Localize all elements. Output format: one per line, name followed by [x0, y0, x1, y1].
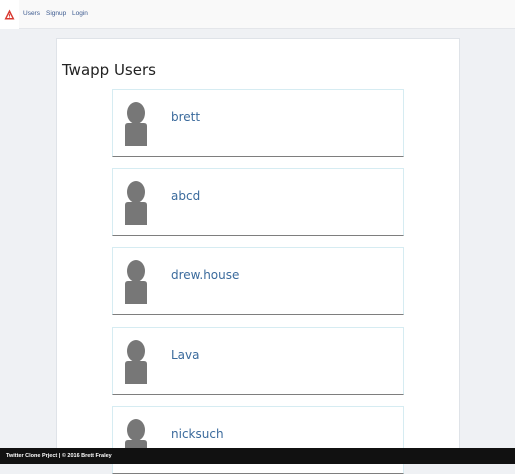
user-name-link[interactable]: nicksuch: [171, 426, 224, 442]
user-card[interactable]: drew.house: [112, 247, 404, 315]
nav-link-signup[interactable]: Signup: [46, 10, 66, 18]
user-name-link[interactable]: Lava: [171, 347, 200, 363]
page-footer: Twitter Clone Prject | © 2016 Brett Fral…: [0, 448, 515, 464]
default-user-icon: [125, 340, 147, 384]
user-name-link[interactable]: abcd: [171, 188, 200, 204]
default-user-icon: [125, 260, 147, 304]
user-name-link[interactable]: brett: [171, 109, 200, 125]
page-title: Twapp Users: [62, 61, 156, 79]
user-card[interactable]: abcd: [112, 168, 404, 236]
red-triangle-logo-icon: [4, 9, 15, 20]
default-user-icon: [125, 181, 147, 225]
brand-logo[interactable]: [0, 0, 19, 29]
default-user-icon: [125, 102, 147, 146]
user-name-link[interactable]: drew.house: [171, 267, 239, 283]
nav-link-login[interactable]: Login: [72, 10, 88, 18]
nav-link-users[interactable]: Users: [23, 10, 40, 18]
footer-copyright: Twitter Clone Prject | © 2016 Brett Fral…: [6, 453, 112, 459]
user-card[interactable]: brett: [112, 89, 404, 157]
user-card[interactable]: Lava: [112, 327, 404, 395]
top-navbar: Users Signup Login: [0, 0, 515, 29]
